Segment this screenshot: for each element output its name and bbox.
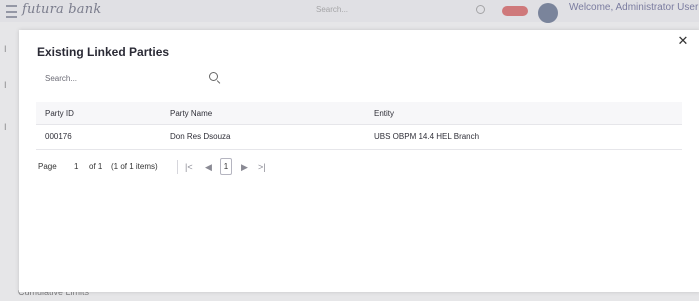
next-page-icon[interactable]: ▶ xyxy=(241,162,248,173)
items-count: (1 of 1 items) xyxy=(111,162,158,171)
page-total: of 1 xyxy=(89,162,103,171)
prev-page-icon[interactable]: ◀ xyxy=(205,162,212,173)
close-icon[interactable]: ✕ xyxy=(676,34,690,48)
current-page-button[interactable]: 1 xyxy=(220,158,232,175)
search-icon[interactable] xyxy=(209,72,218,81)
linked-parties-modal: Existing Linked Parties ✕ Party ID Party… xyxy=(19,30,699,292)
divider xyxy=(177,160,178,174)
page-number-input[interactable]: 1 xyxy=(74,162,78,171)
search-input[interactable] xyxy=(38,69,205,87)
last-page-icon[interactable]: >| xyxy=(258,162,266,172)
search-field xyxy=(38,69,224,87)
page-label: Page xyxy=(38,162,57,171)
cell-party-name: Don Res Dsouza xyxy=(170,132,231,141)
linked-parties-table: Party ID Party Name Entity 000176 Don Re… xyxy=(36,102,682,150)
page: futura bank Search... Welcome, Administr… xyxy=(0,0,699,301)
cell-party-id: 000176 xyxy=(45,132,72,141)
column-header-entity[interactable]: Entity xyxy=(374,109,394,118)
table-row[interactable]: 000176 Don Res Dsouza UBS OBPM 14.4 HEL … xyxy=(36,125,682,150)
table-header: Party ID Party Name Entity xyxy=(36,102,682,125)
cell-entity: UBS OBPM 14.4 HEL Branch xyxy=(374,132,480,141)
column-header-party-id[interactable]: Party ID xyxy=(45,109,74,118)
column-header-party-name[interactable]: Party Name xyxy=(170,109,212,118)
first-page-icon[interactable]: |< xyxy=(185,162,193,172)
modal-title: Existing Linked Parties xyxy=(37,45,170,59)
